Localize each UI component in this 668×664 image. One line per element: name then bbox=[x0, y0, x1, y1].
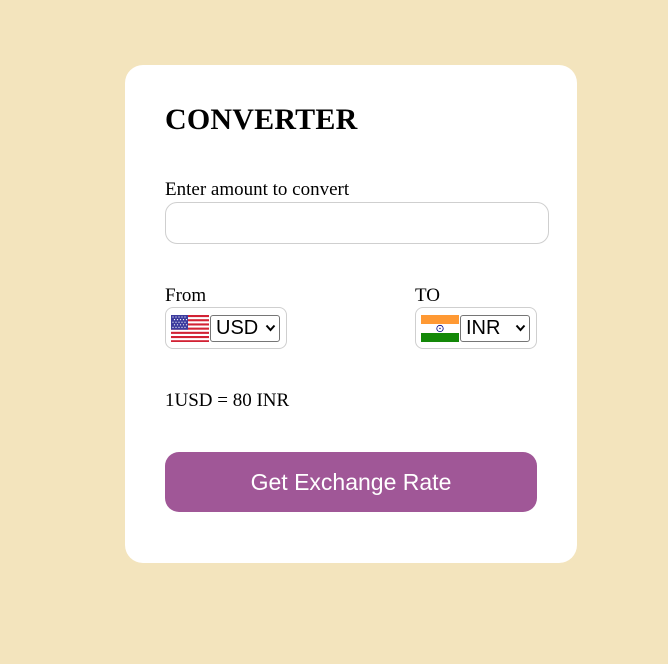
to-label: TO bbox=[415, 285, 440, 306]
exchange-rate-text: 1USD = 80 INR bbox=[165, 390, 290, 411]
to-currency-container: INR bbox=[415, 307, 537, 349]
to-currency-select[interactable]: INR bbox=[460, 314, 530, 342]
from-label: From bbox=[165, 285, 207, 306]
chevron-down-icon bbox=[515, 324, 526, 332]
amount-input[interactable] bbox=[165, 202, 549, 244]
amount-label: Enter amount to convert bbox=[165, 179, 350, 200]
us-flag-icon bbox=[171, 314, 209, 342]
converter-title: CONVERTER bbox=[165, 103, 358, 136]
india-flag-icon bbox=[421, 314, 459, 342]
converter-card: CONVERTER Enter amount to convert From U… bbox=[125, 65, 577, 563]
from-currency-container: USD bbox=[165, 307, 287, 349]
from-currency-value: USD bbox=[216, 316, 259, 339]
chevron-down-icon bbox=[265, 324, 276, 332]
to-currency-value: INR bbox=[466, 316, 501, 339]
get-exchange-rate-button[interactable]: Get Exchange Rate bbox=[165, 452, 537, 512]
from-currency-select[interactable]: USD bbox=[210, 314, 280, 342]
